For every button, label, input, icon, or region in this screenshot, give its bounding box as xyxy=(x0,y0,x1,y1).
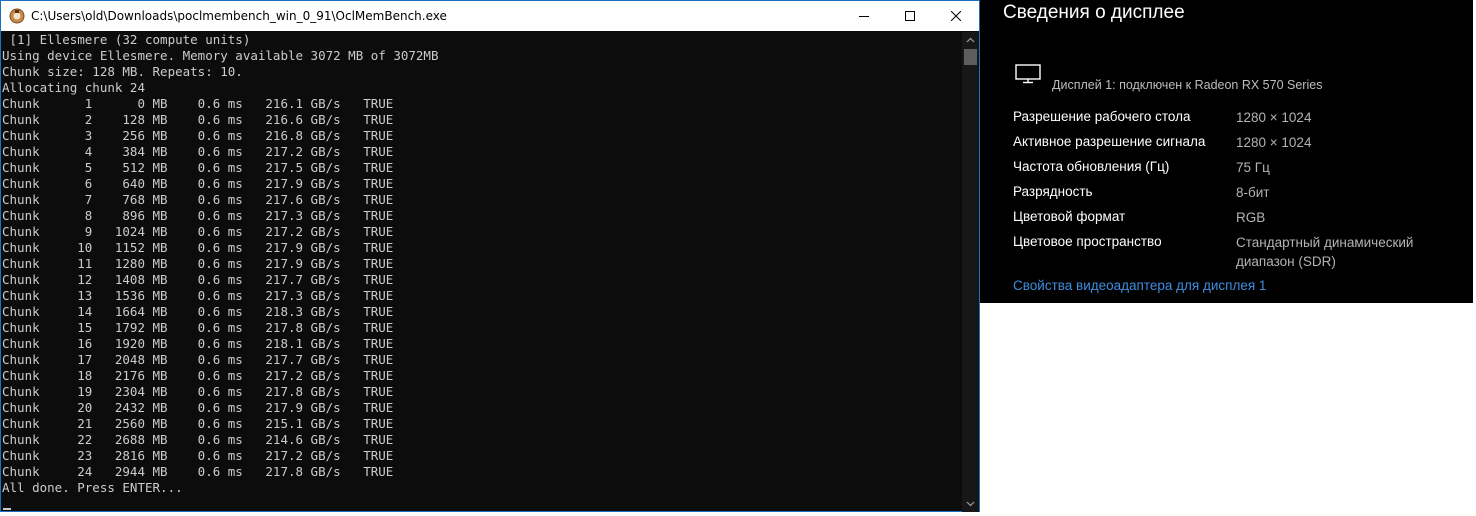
prop-label-refresh-rate: Частота обновления (Гц) xyxy=(1013,159,1170,174)
maximize-button[interactable] xyxy=(887,1,933,31)
scroll-down-button[interactable] xyxy=(962,495,979,512)
prop-value-bit-depth: 8-бит xyxy=(1236,185,1270,200)
prop-value-desktop-resolution: 1280 × 1024 xyxy=(1236,110,1312,125)
minimize-icon xyxy=(859,16,869,17)
maximize-icon xyxy=(905,11,915,21)
console-line: Chunk 1 0 MB 0.6 ms 216.1 GB/s TRUE xyxy=(2,96,394,111)
prop-value-active-signal-resolution: 1280 × 1024 xyxy=(1236,135,1312,150)
console-line: Chunk 20 2432 MB 0.6 ms 217.9 GB/s TRUE xyxy=(2,400,394,415)
text-cursor xyxy=(3,508,11,510)
console-line: All done. Press ENTER... xyxy=(2,480,183,495)
console-line: Chunk size: 128 MB. Repeats: 10. xyxy=(2,64,243,79)
console-window: C:\Users\old\Downloads\poclmembench_win_… xyxy=(0,0,980,512)
console-line: Chunk 21 2560 MB 0.6 ms 215.1 GB/s TRUE xyxy=(2,416,394,431)
console-line: Chunk 17 2048 MB 0.6 ms 217.7 GB/s TRUE xyxy=(2,352,394,367)
adapter-properties-link[interactable]: Свойства видеоадаптера для дисплея 1 xyxy=(1013,278,1266,293)
vertical-scrollbar[interactable] xyxy=(962,32,979,512)
scroll-up-button[interactable] xyxy=(962,32,979,49)
console-line: Chunk 23 2816 MB 0.6 ms 217.2 GB/s TRUE xyxy=(2,448,394,463)
console-line: Chunk 3 256 MB 0.6 ms 216.8 GB/s TRUE xyxy=(2,128,394,143)
scroll-thumb[interactable] xyxy=(964,49,977,65)
page-title: Сведения о дисплее xyxy=(1003,2,1185,23)
console-line: Chunk 9 1024 MB 0.6 ms 217.2 GB/s TRUE xyxy=(2,224,394,239)
console-text: [1] Ellesmere (32 compute units) Using de… xyxy=(1,32,963,496)
console-line: Chunk 12 1408 MB 0.6 ms 217.7 GB/s TRUE xyxy=(2,272,394,287)
console-line: Chunk 19 2304 MB 0.6 ms 217.8 GB/s TRUE xyxy=(2,384,394,399)
console-line: Chunk 24 2944 MB 0.6 ms 217.8 GB/s TRUE xyxy=(2,464,394,479)
close-button[interactable] xyxy=(933,1,979,31)
console-line: Chunk 2 128 MB 0.6 ms 216.6 GB/s TRUE xyxy=(2,112,394,127)
console-line: Chunk 7 768 MB 0.6 ms 217.6 GB/s TRUE xyxy=(2,192,394,207)
console-line: Chunk 11 1280 MB 0.6 ms 217.9 GB/s TRUE xyxy=(2,256,394,271)
prop-label-color-format: Цветовой формат xyxy=(1013,209,1126,224)
console-line: Chunk 6 640 MB 0.6 ms 217.9 GB/s TRUE xyxy=(2,176,394,191)
prop-label-active-signal-resolution: Активное разрешение сигнала xyxy=(1013,134,1206,149)
app-icon xyxy=(9,8,25,24)
console-line: Chunk 18 2176 MB 0.6 ms 217.2 GB/s TRUE xyxy=(2,368,394,383)
prop-value-color-space: Стандартный динамический диапазон (SDR) xyxy=(1236,235,1414,269)
console-output[interactable]: [1] Ellesmere (32 compute units) Using de… xyxy=(1,32,963,512)
prop-value-refresh-rate: 75 Гц xyxy=(1236,160,1270,175)
title-bar[interactable]: C:\Users\old\Downloads\poclmembench_win_… xyxy=(1,1,979,31)
prop-label-bit-depth: Разрядность xyxy=(1013,184,1093,199)
console-line: Allocating chunk 24 xyxy=(2,80,145,95)
console-line: Using device Ellesmere. Memory available… xyxy=(2,48,439,63)
console-line: Chunk 22 2688 MB 0.6 ms 214.6 GB/s TRUE xyxy=(2,432,394,447)
prop-value-color-format: RGB xyxy=(1236,210,1266,225)
console-line: Chunk 16 1920 MB 0.6 ms 218.1 GB/s TRUE xyxy=(2,336,394,351)
console-line: Chunk 4 384 MB 0.6 ms 217.2 GB/s TRUE xyxy=(2,144,394,159)
monitor-icon xyxy=(1015,64,1041,88)
minimize-button[interactable] xyxy=(841,1,887,31)
close-icon xyxy=(951,11,961,21)
console-line: Chunk 14 1664 MB 0.6 ms 218.3 GB/s TRUE xyxy=(2,304,394,319)
console-line: Chunk 5 512 MB 0.6 ms 217.5 GB/s TRUE xyxy=(2,160,394,175)
scroll-down-icon xyxy=(966,501,975,507)
console-line: Chunk 10 1152 MB 0.6 ms 217.9 GB/s TRUE xyxy=(2,240,394,255)
scroll-up-icon xyxy=(966,37,975,43)
window-title: C:\Users\old\Downloads\poclmembench_win_… xyxy=(31,9,447,23)
console-line: Chunk 15 1792 MB 0.6 ms 217.8 GB/s TRUE xyxy=(2,320,394,335)
console-line: [1] Ellesmere (32 compute units) xyxy=(2,32,251,47)
console-line: Chunk 13 1536 MB 0.6 ms 217.3 GB/s TRUE xyxy=(2,288,394,303)
prop-label-desktop-resolution: Разрешение рабочего стола xyxy=(1013,109,1191,124)
prop-label-color-space: Цветовое пространство xyxy=(1013,234,1162,249)
console-line: Chunk 8 896 MB 0.6 ms 217.3 GB/s TRUE xyxy=(2,208,394,223)
display-info-panel: Сведения о дисплее Дисплей 1: подключен … xyxy=(980,0,1473,303)
display-name: Дисплей 1: подключен к Radeon RX 570 Ser… xyxy=(1052,78,1323,92)
